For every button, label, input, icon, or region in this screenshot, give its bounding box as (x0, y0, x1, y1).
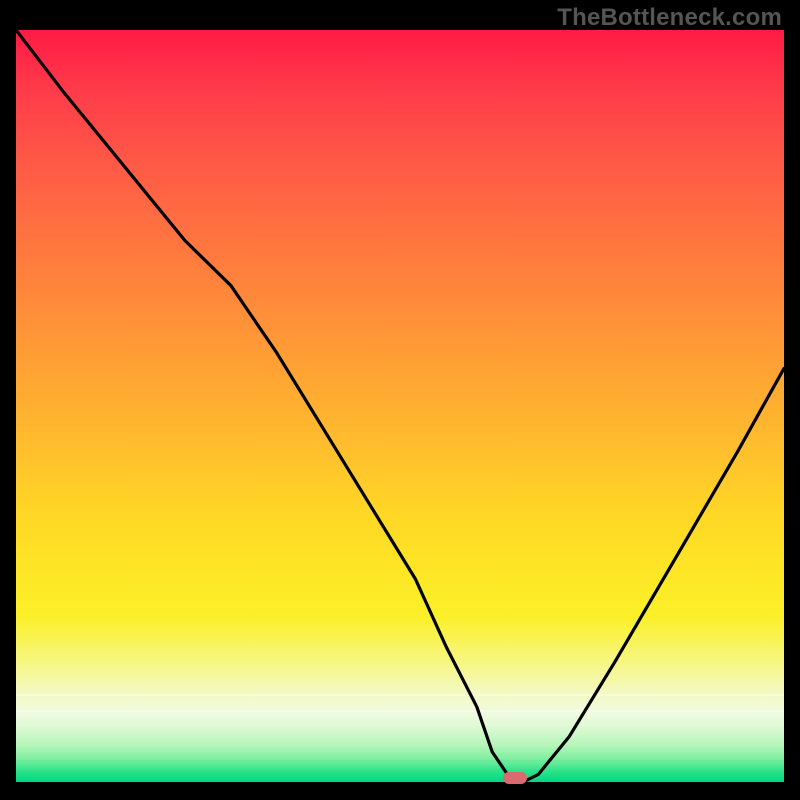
watermark-text: TheBottleneck.com (557, 4, 782, 32)
chart-frame: TheBottleneck.com (0, 0, 800, 800)
optimal-point-marker (503, 772, 527, 784)
bottleneck-curve (16, 30, 784, 782)
plot-area (16, 30, 784, 782)
